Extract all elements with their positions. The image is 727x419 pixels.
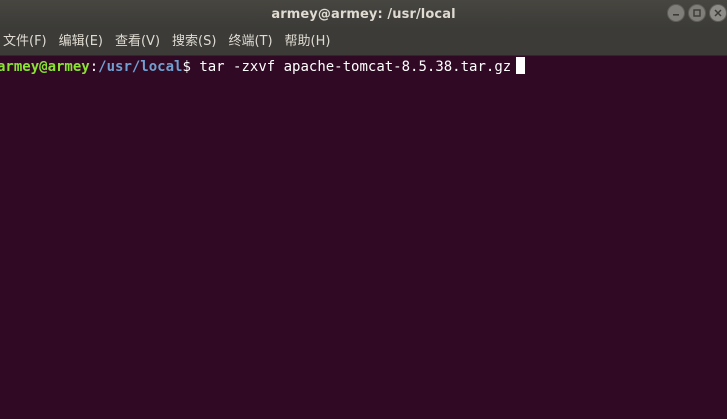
minimize-icon bbox=[672, 9, 680, 17]
text-cursor bbox=[516, 57, 526, 74]
menu-file[interactable]: 文件(F) bbox=[0, 28, 54, 56]
close-button[interactable] bbox=[709, 4, 727, 22]
menu-bar: 文件(F) 编辑(E) 查看(V) 搜索(S) 终端(T) 帮助(H) bbox=[0, 28, 727, 56]
title-bar[interactable]: armey@armey: /usr/local bbox=[0, 0, 727, 28]
window-title: armey@armey: /usr/local bbox=[271, 6, 456, 22]
command-line: armey@armey:/usr/local$ tar -zxvf apache… bbox=[0, 57, 526, 77]
window-controls bbox=[667, 4, 727, 22]
prompt-user: armey@armey bbox=[0, 59, 90, 75]
menu-search[interactable]: 搜索(S) bbox=[167, 28, 223, 56]
maximize-button[interactable] bbox=[688, 4, 706, 22]
menu-view[interactable]: 查看(V) bbox=[110, 28, 167, 56]
prompt-separator: : bbox=[89, 59, 99, 75]
prompt-symbol: $ bbox=[182, 59, 191, 75]
minimize-button[interactable] bbox=[667, 4, 685, 22]
prompt-path: /usr/local bbox=[98, 59, 183, 75]
terminal-window: armey@armey: /usr/local 文件(F) 编辑(E) 查看(V… bbox=[0, 0, 727, 419]
maximize-icon bbox=[693, 9, 701, 17]
command-text: tar -zxvf apache-tomcat-8.5.38.tar.gz bbox=[190, 59, 512, 75]
menu-terminal[interactable]: 终端(T) bbox=[223, 28, 279, 56]
menu-help[interactable]: 帮助(H) bbox=[280, 28, 338, 56]
menu-edit[interactable]: 编辑(E) bbox=[54, 28, 110, 56]
terminal-area[interactable]: armey@armey:/usr/local$ tar -zxvf apache… bbox=[0, 56, 727, 419]
close-icon bbox=[714, 9, 722, 17]
